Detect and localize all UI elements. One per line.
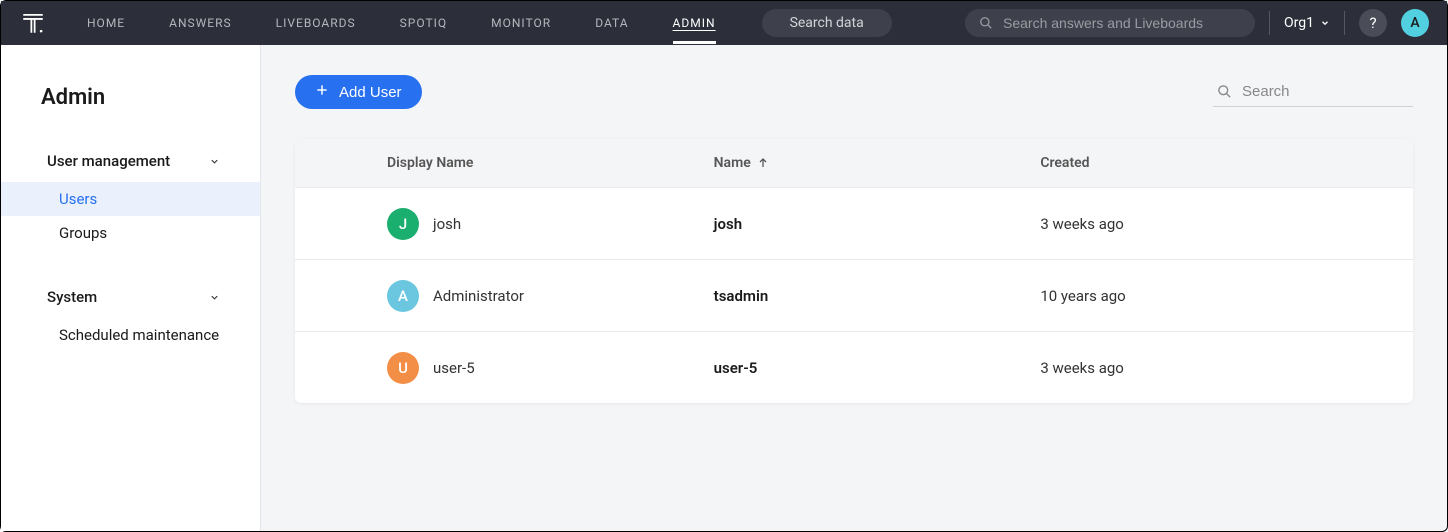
top-navbar: HOME ANSWERS LIVEBOARDS SPOTIQ MONITOR D… [1,1,1447,45]
search-answers-container[interactable] [965,9,1255,37]
column-label: Display Name [387,155,473,171]
cell-display-name: J josh [387,208,714,240]
search-data-button[interactable]: Search data [762,9,892,37]
main-header: Add User [295,75,1413,109]
sort-ascending-icon [757,157,769,169]
table-header: Display Name Name Created [295,139,1413,187]
cell-created: 10 years ago [1040,287,1367,305]
add-user-button[interactable]: Add User [295,75,422,109]
cell-name: josh [714,215,1041,233]
users-table: Display Name Name Created J josh [295,139,1413,403]
column-display-name[interactable]: Display Name [387,155,714,171]
nav-liveboards[interactable]: LIVEBOARDS [276,2,356,44]
main-content: Add User Display Name Name [261,45,1447,531]
nav-spotiq[interactable]: SPOTIQ [400,2,447,44]
table-row[interactable]: J josh josh 3 weeks ago [295,187,1413,259]
search-icon [979,16,993,30]
sidebar-header-user-management[interactable]: User management [1,140,260,182]
column-name[interactable]: Name [714,155,1041,171]
table-search-input[interactable] [1242,83,1441,100]
sidebar-section-user-management: User management Users Groups [1,140,260,250]
sidebar-item-groups[interactable]: Groups [1,216,260,250]
display-name-text: user-5 [433,359,475,377]
avatar: U [387,352,419,384]
cell-created: 3 weeks ago [1040,215,1367,233]
cell-name: user-5 [714,359,1041,377]
topbar-right: Org1 ? A [965,9,1429,37]
display-name-text: josh [433,215,461,233]
help-button[interactable]: ? [1359,9,1387,37]
column-label: Name [714,155,751,171]
page-body: Admin User management Users Groups Syste… [1,45,1447,531]
nav-data[interactable]: DATA [595,2,628,44]
app-logo[interactable] [19,9,47,37]
nav-answers[interactable]: ANSWERS [169,2,232,44]
sidebar-header-label: System [47,288,97,306]
column-label: Created [1040,155,1089,171]
plus-icon [315,83,329,101]
org-switcher[interactable]: Org1 [1284,15,1330,31]
sidebar-header-label: User management [47,152,170,170]
sidebar-section-system: System Scheduled maintenance [1,276,260,352]
table-search[interactable] [1213,77,1413,107]
cell-created: 3 weeks ago [1040,359,1367,377]
display-name-text: Administrator [433,287,524,305]
table-row[interactable]: U user-5 user-5 3 weeks ago [295,331,1413,403]
nav-home[interactable]: HOME [87,2,125,44]
add-user-label: Add User [339,84,402,101]
org-name: Org1 [1284,15,1314,31]
avatar: J [387,208,419,240]
chevron-down-icon [209,292,220,303]
admin-sidebar: Admin User management Users Groups Syste… [1,45,261,531]
nav-admin[interactable]: ADMIN [673,2,716,44]
cell-name: tsadmin [714,287,1041,305]
cell-display-name: A Administrator [387,280,714,312]
column-created[interactable]: Created [1040,155,1367,171]
sidebar-header-system[interactable]: System [1,276,260,318]
sidebar-item-scheduled-maintenance[interactable]: Scheduled maintenance [1,318,260,352]
avatar: A [387,280,419,312]
search-icon [1217,84,1232,99]
sidebar-item-users[interactable]: Users [1,182,260,216]
chevron-down-icon [209,156,220,167]
page-title: Admin [1,85,260,140]
cell-display-name: U user-5 [387,352,714,384]
divider [1344,11,1345,35]
divider [1269,11,1270,35]
search-answers-input[interactable] [1003,15,1237,31]
chevron-down-icon [1320,18,1330,28]
user-avatar[interactable]: A [1401,9,1429,37]
primary-nav: HOME ANSWERS LIVEBOARDS SPOTIQ MONITOR D… [87,2,716,44]
nav-monitor[interactable]: MONITOR [491,2,551,44]
table-row[interactable]: A Administrator tsadmin 10 years ago [295,259,1413,331]
